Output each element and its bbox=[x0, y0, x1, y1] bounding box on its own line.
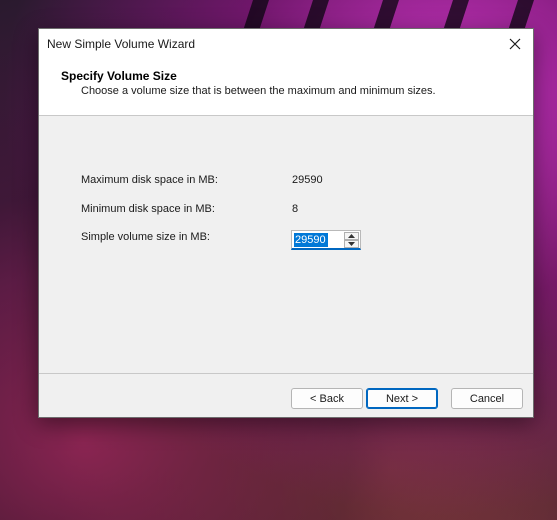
wizard-dialog: New Simple Volume Wizard Specify Volume … bbox=[38, 28, 534, 418]
page-subtitle: Choose a volume size that is between the… bbox=[81, 85, 436, 97]
back-button[interactable]: < Back bbox=[291, 388, 363, 409]
min-space-value: 8 bbox=[292, 203, 299, 215]
wizard-header: Specify Volume Size Choose a volume size… bbox=[39, 59, 533, 116]
min-space-label: Minimum disk space in MB: bbox=[81, 203, 215, 215]
max-space-value: 29590 bbox=[292, 174, 323, 186]
stepper-buttons bbox=[344, 232, 359, 248]
window-title: New Simple Volume Wizard bbox=[47, 37, 196, 51]
chevron-up-icon bbox=[348, 234, 355, 238]
footer-divider bbox=[39, 373, 533, 374]
chevron-down-icon bbox=[348, 242, 355, 246]
volume-size-label: Simple volume size in MB: bbox=[81, 231, 210, 243]
close-button[interactable] bbox=[497, 29, 533, 59]
page-title: Specify Volume Size bbox=[61, 69, 177, 83]
stepper-down-button[interactable] bbox=[344, 240, 359, 248]
volume-size-stepper[interactable] bbox=[291, 230, 361, 250]
max-space-label: Maximum disk space in MB: bbox=[81, 174, 218, 186]
next-button[interactable]: Next > bbox=[366, 388, 438, 409]
stepper-up-button[interactable] bbox=[344, 232, 359, 240]
volume-size-input[interactable] bbox=[293, 232, 345, 248]
title-bar: New Simple Volume Wizard bbox=[39, 29, 533, 59]
cancel-button[interactable]: Cancel bbox=[451, 388, 523, 409]
close-icon bbox=[509, 38, 521, 50]
